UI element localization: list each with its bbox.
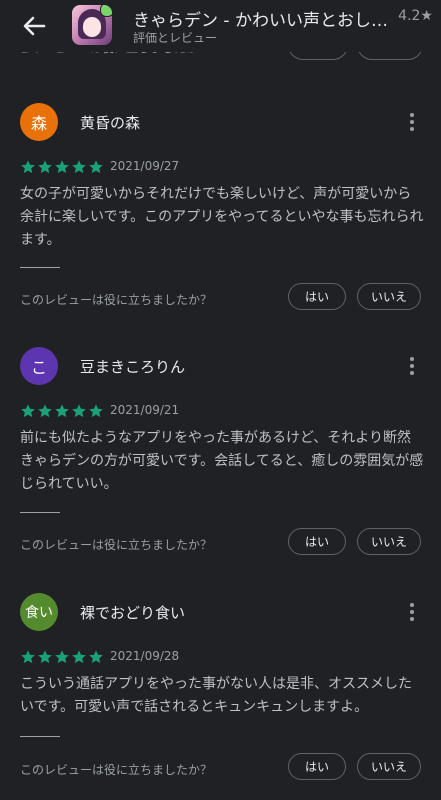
star-icon: [72, 404, 86, 418]
helpful-no-button[interactable]: いいえ: [357, 753, 421, 780]
review-date: 2021/09/28: [110, 649, 180, 663]
star-icon: [89, 404, 103, 418]
star-rating: [20, 403, 105, 419]
review-card: こ 豆まきころりん 2021/09/21 前にも似たようなアプリをやった事がある…: [0, 347, 441, 569]
star-icon: [72, 160, 86, 174]
star-icon: [21, 650, 35, 664]
helpful-yes-button[interactable]: はい: [288, 283, 346, 310]
reviewer-avatar: 森: [20, 103, 58, 141]
reviewer-avatar: 食い: [20, 593, 58, 631]
app-bar: きゃらデン - かわいい声とおしゃ... 評価とレビュー 4.2★: [0, 0, 441, 52]
app-icon-face: [83, 17, 101, 37]
star-icon: [55, 404, 69, 418]
helpful-no-button[interactable]: いいえ: [357, 283, 421, 310]
divider: [20, 512, 60, 513]
page-subtitle: 評価とレビュー: [133, 31, 218, 45]
review-date: 2021/09/21: [110, 403, 180, 417]
review-card: 森 黄昏の森 2021/09/27 女の子が可愛いからそれだけでも楽しいけど、声…: [0, 103, 441, 325]
star-icon: [72, 650, 86, 664]
star-icon: [21, 404, 35, 418]
divider: [20, 736, 60, 737]
star-icon: [55, 160, 69, 174]
helpful-yes-button[interactable]: はい: [288, 528, 346, 555]
reviewer-name: 黄昏の森: [80, 114, 141, 132]
more-options-icon[interactable]: [404, 353, 420, 379]
helpful-question: このレビューは役に立ちましたか？: [20, 763, 213, 777]
review-card: 食い 裸でおどり食い 2021/09/28 こういう通話アプリをやった事がない人…: [0, 593, 441, 800]
star-rating: [20, 159, 105, 175]
star-icon: [38, 160, 52, 174]
star-rating: [20, 649, 105, 665]
back-arrow-icon[interactable]: [18, 10, 50, 42]
star-icon: [89, 650, 103, 664]
app-rating: 4.2★: [398, 8, 433, 24]
star-icon: [55, 650, 69, 664]
review-date: 2021/09/27: [110, 159, 180, 173]
reviewer-name: 豆まきころりん: [80, 358, 186, 376]
star-icon: [21, 160, 35, 174]
more-options-icon[interactable]: [404, 599, 420, 625]
app-icon[interactable]: [72, 5, 112, 45]
review-text: 女の子が可愛いからそれだけでも楽しいけど、声が可愛いから余計に楽しいです。このア…: [20, 186, 424, 248]
reviewer-avatar: こ: [20, 347, 58, 385]
divider: [20, 267, 60, 268]
app-title: きゃらデン - かわいい声とおしゃ...: [133, 11, 388, 31]
reviewer-name: 裸でおどり食い: [80, 604, 186, 622]
helpful-question: このレビューは役に立ちましたか？: [20, 538, 213, 552]
star-icon: [89, 160, 103, 174]
review-text: 前にも似たようなアプリをやった事があるけど、それより断然きゃらデンの方が可愛いで…: [20, 430, 424, 492]
more-options-icon[interactable]: [404, 109, 420, 135]
review-text: こういう通話アプリをやった事がない人は是非、オススメしたいです。可愛い声で話され…: [20, 676, 412, 715]
helpful-question: このレビューは役に立ちましたか？: [20, 293, 213, 307]
star-icon: [38, 404, 52, 418]
helpful-yes-button[interactable]: はい: [288, 753, 346, 780]
helpful-no-button[interactable]: いいえ: [357, 528, 421, 555]
star-icon: [38, 650, 52, 664]
phone-badge-icon: [100, 5, 112, 17]
